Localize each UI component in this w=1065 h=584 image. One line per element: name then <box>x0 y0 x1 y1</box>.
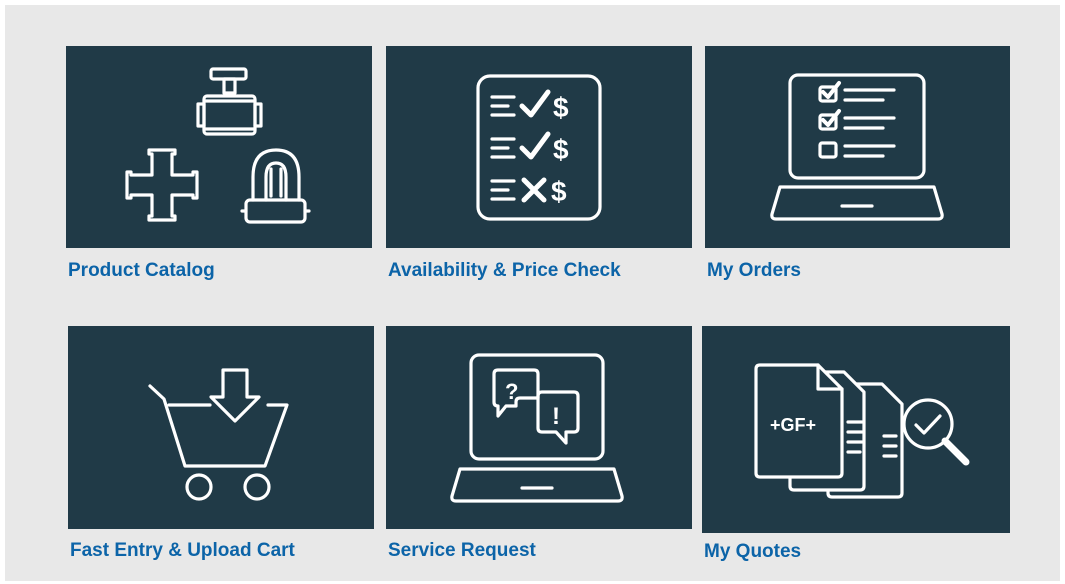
tile-fast-entry-upload-cart-image <box>68 326 374 529</box>
pipe-fittings-icon <box>125 67 311 224</box>
tile-my-orders[interactable]: My Orders <box>705 46 1010 289</box>
tile-service-request-label: Service Request <box>388 540 536 561</box>
price-checklist-icon: $ $ $ <box>476 74 602 221</box>
tile-fast-entry-upload-cart[interactable]: Fast Entry & Upload Cart <box>68 326 374 569</box>
tile-service-request-image: ? ! <box>386 326 692 529</box>
tile-grid: Product Catalog $ $ $ Availability & Pri… <box>5 5 1060 581</box>
tile-product-catalog[interactable]: Product Catalog <box>66 46 372 289</box>
tile-my-quotes[interactable]: +GF+ My Quotes <box>702 326 1010 569</box>
tile-product-catalog-image <box>66 46 372 248</box>
cart-upload-icon <box>148 368 289 501</box>
tile-availability-price-check-label: Availability & Price Check <box>388 260 621 281</box>
tile-service-request[interactable]: ? ! Service Request <box>386 326 692 569</box>
question-mark: ? <box>505 379 518 404</box>
exclamation-mark: ! <box>552 403 560 430</box>
dollar-sign-1: $ <box>553 92 569 123</box>
tile-my-quotes-image: +GF+ <box>702 326 1010 533</box>
tile-fast-entry-upload-cart-label: Fast Entry & Upload Cart <box>70 540 295 561</box>
tile-my-orders-label: My Orders <box>707 260 801 281</box>
tile-availability-price-check-image: $ $ $ <box>386 46 692 248</box>
quote-documents-search-icon: +GF+ <box>754 363 970 499</box>
tile-my-quotes-label: My Quotes <box>704 541 802 562</box>
dollar-sign-3: $ <box>551 176 567 207</box>
gf-logo-text: +GF+ <box>770 415 816 435</box>
tile-my-orders-image <box>705 46 1010 248</box>
tile-availability-price-check[interactable]: $ $ $ Availability & Price Check <box>386 46 692 289</box>
dollar-sign-2: $ <box>553 134 569 165</box>
laptop-checklist-icon <box>770 73 944 221</box>
laptop-chat-icon: ? ! <box>450 353 624 503</box>
tile-product-catalog-label: Product Catalog <box>68 260 215 281</box>
